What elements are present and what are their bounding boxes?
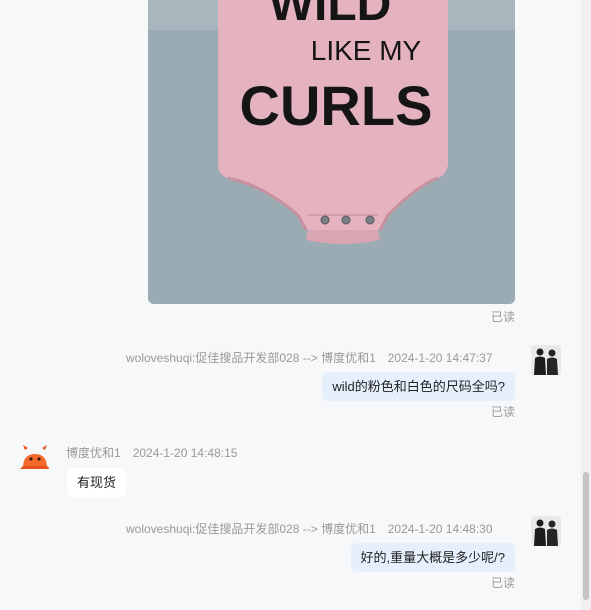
print-line-3: CURLS — [240, 74, 433, 137]
message-time: 2024-1-20 14:48:30 — [387, 522, 493, 536]
avatar[interactable] — [531, 516, 561, 546]
chat-message-list: WILD LIKE MY CURLS 已读 woloveshuqi:促佳搜品开发… — [0, 0, 581, 610]
sender-name: 博度优和1 — [66, 446, 121, 460]
crab-avatar-icon — [20, 445, 49, 469]
scrollbar-track[interactable] — [581, 0, 591, 610]
message-bubble-outgoing[interactable]: 好的,重量大概是多少呢/? — [350, 543, 515, 572]
message-time: 2024-1-20 14:48:15 — [132, 446, 238, 460]
read-receipt: 已读 — [490, 405, 515, 419]
print-line-1: WILD — [269, 0, 392, 31]
message-bubble-incoming[interactable]: 有现货 — [67, 468, 127, 497]
user-avatar-icon — [531, 345, 561, 375]
message-meta: woloveshuqi:促佳搜品开发部028 --> 博度优和1 2024-1-2… — [126, 520, 493, 537]
avatar[interactable] — [19, 442, 49, 472]
read-receipt: 已读 — [490, 310, 515, 324]
user-avatar-icon — [531, 516, 561, 546]
bodysuit-photo: WILD LIKE MY CURLS — [148, 0, 515, 304]
message-image-bodysuit[interactable]: WILD LIKE MY CURLS — [148, 0, 515, 304]
avatar[interactable] — [531, 345, 561, 375]
sender-name: woloveshuqi:促佳搜品开发部028 --> 博度优和1 — [126, 522, 376, 536]
message-time: 2024-1-20 14:47:37 — [387, 351, 493, 365]
print-line-2: LIKE MY — [311, 35, 422, 66]
message-meta: woloveshuqi:促佳搜品开发部028 --> 博度优和1 2024-1-2… — [126, 349, 493, 366]
scrollbar-thumb[interactable] — [583, 472, 589, 600]
read-receipt: 已读 — [490, 576, 515, 590]
message-bubble-outgoing[interactable]: wild的粉色和白色的尺码全吗? — [322, 372, 515, 401]
sender-name: woloveshuqi:促佳搜品开发部028 --> 博度优和1 — [126, 351, 376, 365]
message-meta: 博度优和1 2024-1-20 14:48:15 — [66, 444, 237, 461]
